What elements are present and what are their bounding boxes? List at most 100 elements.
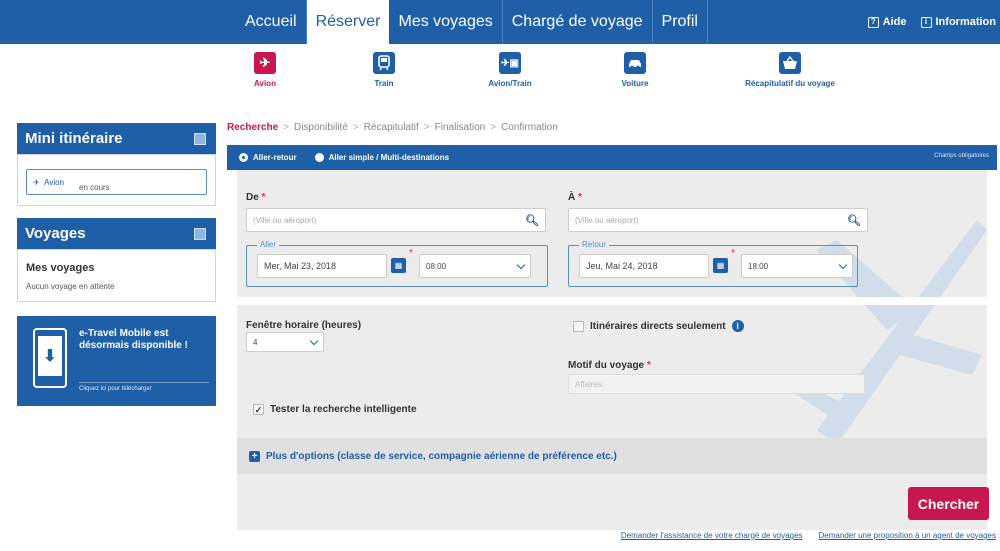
chevron-down-icon: [309, 336, 319, 346]
product-voiture[interactable]: Voiture: [615, 52, 655, 89]
mini-itinerary-item[interactable]: ✈ Avion en cours: [26, 169, 207, 195]
mini-itinerary-body: ✈ Avion en cours: [17, 154, 216, 206]
product-label: Avion/Train: [488, 79, 532, 88]
from-input[interactable]: (Ville ou aéroport) 🔍︎: [246, 208, 546, 232]
direct-only-checkbox[interactable]: Itinéraires directs seulement i: [573, 320, 744, 332]
multi-destination-radio[interactable]: Aller simple / Multi-destinations: [314, 153, 450, 162]
search-icon[interactable]: 🔍︎: [847, 214, 861, 227]
product-avion[interactable]: ✈ Avion: [248, 52, 282, 89]
search-button[interactable]: Chercher: [908, 487, 989, 520]
more-options-toggle[interactable]: + Plus d'options (classe de service, com…: [237, 438, 987, 474]
retour-legend: Retour: [579, 240, 610, 249]
retour-time-value: 18:00: [748, 262, 769, 271]
product-recapitulatif[interactable]: Récapitulatif du voyage: [745, 52, 835, 89]
footer-links: Demander l'assistance de votre chargé de…: [621, 531, 996, 540]
required-star: *: [578, 192, 582, 203]
help-link[interactable]: ? Aide: [867, 16, 907, 28]
aller-time-select[interactable]: 08:00: [419, 254, 531, 278]
direct-only-label: Itinéraires directs seulement: [590, 320, 726, 332]
breadcrumb-chevron-icon: >: [352, 122, 359, 133]
voyages-body: Mes voyages Aucun voyage en attente: [17, 249, 216, 302]
product-train[interactable]: Train: [369, 52, 399, 89]
from-label: De *: [246, 192, 265, 203]
to-input[interactable]: (Ville ou aéroport) 🔍︎: [568, 208, 868, 232]
motif-label: Motif du voyage *: [568, 360, 651, 371]
top-links: ? Aide i Information: [867, 0, 996, 44]
to-label-text: À: [568, 192, 576, 203]
mes-voyages-label: Mes voyages: [26, 262, 95, 274]
information-link[interactable]: i Information: [920, 16, 996, 28]
checkbox-checked[interactable]: ✓: [253, 404, 264, 415]
required-star: *: [261, 192, 266, 203]
radio-unselected-icon: [314, 153, 324, 162]
request-assistance-link[interactable]: Demander l'assistance de votre chargé de…: [621, 531, 803, 540]
plane-icon: ✈: [254, 52, 276, 74]
more-options-label: Plus d'options (classe de service, compa…: [266, 450, 617, 462]
breadcrumb-step: Récapitulatif: [363, 122, 419, 133]
motif-label-text: Motif du voyage: [568, 360, 645, 371]
plus-icon: +: [249, 450, 260, 462]
mobile-banner-title: e-Travel Mobile est désormais disponible…: [79, 328, 188, 351]
time-window-label: Fenêtre horaire (heures): [246, 320, 362, 331]
basket-icon: [779, 52, 801, 74]
chevron-down-icon: [516, 260, 526, 270]
retour-date-group: Retour Jeu, Mai 24, 2018 ▦ * 18:00: [568, 240, 858, 287]
product-selector: ✈ Avion Train ✈▣ Avion/Train Voiture Réc…: [0, 44, 1000, 114]
from-placeholder: (Ville ou aéroport): [253, 216, 317, 225]
required-star: *: [646, 360, 651, 371]
breadcrumb-chevron-icon: >: [283, 122, 289, 133]
no-trip-text: Aucun voyage en attente: [26, 282, 115, 291]
sidebar: Mini itinéraire ✈ Avion en cours Voyages…: [17, 123, 216, 406]
chevron-down-icon: [838, 260, 848, 270]
mini-plane-icon: ✈: [33, 178, 40, 187]
time-window-value: 4: [253, 338, 258, 347]
from-label-text: De: [246, 192, 259, 203]
retour-date-input[interactable]: Jeu, Mai 24, 2018: [579, 254, 709, 278]
calendar-icon[interactable]: ▦: [713, 258, 728, 273]
breadcrumb-step: Finalisation: [434, 122, 486, 133]
tab-accueil[interactable]: Accueil: [236, 0, 307, 44]
motif-value: Affaires: [575, 380, 602, 389]
breadcrumb-step: Confirmation: [501, 122, 558, 133]
collapse-icon[interactable]: [194, 227, 206, 240]
search-icon[interactable]: 🔍︎: [525, 214, 539, 227]
required-note-text: Champs obligatoires: [934, 153, 989, 159]
main-tabs: Accueil Réserver Mes voyages Chargé de v…: [236, 0, 708, 44]
breadcrumb-chevron-icon: >: [423, 122, 430, 133]
product-label: Récapitulatif du voyage: [745, 79, 835, 88]
info-square-icon: i: [920, 16, 932, 28]
phone-icon: ⬇: [33, 328, 67, 388]
checkbox-unchecked[interactable]: [573, 320, 584, 332]
form-divider: [237, 297, 987, 305]
tab-reserver[interactable]: Réserver: [306, 0, 390, 44]
round-trip-radio[interactable]: Aller-retour: [239, 153, 297, 162]
trip-type-bar: Aller-retour Aller simple / Multi-destin…: [227, 145, 997, 170]
tab-mes-voyages[interactable]: Mes voyages: [389, 0, 503, 44]
product-avion-train[interactable]: ✈▣ Avion/Train: [480, 52, 540, 89]
time-window-select[interactable]: 4: [246, 332, 324, 352]
collapse-icon[interactable]: [194, 132, 206, 145]
retour-time-select[interactable]: 18:00: [741, 254, 853, 278]
to-label: À *: [568, 192, 582, 203]
mini-plane-label: Avion: [44, 178, 65, 187]
voyages-header: Voyages: [17, 218, 216, 249]
product-label: Avion: [254, 79, 276, 88]
mobile-app-banner[interactable]: ⬇ e-Travel Mobile est désormais disponib…: [17, 316, 216, 406]
tab-profil[interactable]: Profil: [653, 0, 708, 44]
breadcrumb-step: Disponibilité: [293, 122, 348, 133]
aller-date-input[interactable]: Mer, Mai 23, 2018: [257, 254, 387, 278]
motif-select[interactable]: Affaires: [568, 374, 865, 394]
product-label: Train: [374, 79, 394, 88]
required-star: *: [409, 248, 413, 259]
help-icon: ?: [867, 16, 879, 28]
train-icon: [373, 52, 395, 74]
smart-search-checkbox[interactable]: ✓ Tester la recherche intelligente: [253, 404, 417, 415]
info-icon[interactable]: i: [731, 320, 744, 332]
radio-selected-icon: [239, 153, 248, 162]
mobile-download-link[interactable]: Cliquez ici pour télécharger: [79, 382, 209, 392]
multi-destination-label: Aller simple / Multi-destinations: [328, 153, 450, 162]
tab-charge-de-voyage[interactable]: Chargé de voyage: [503, 0, 653, 44]
required-note: * Champs obligatoires: [930, 153, 989, 159]
calendar-icon[interactable]: ▦: [391, 258, 406, 273]
request-proposal-link[interactable]: Demander une proposition à un agent de v…: [819, 531, 996, 540]
